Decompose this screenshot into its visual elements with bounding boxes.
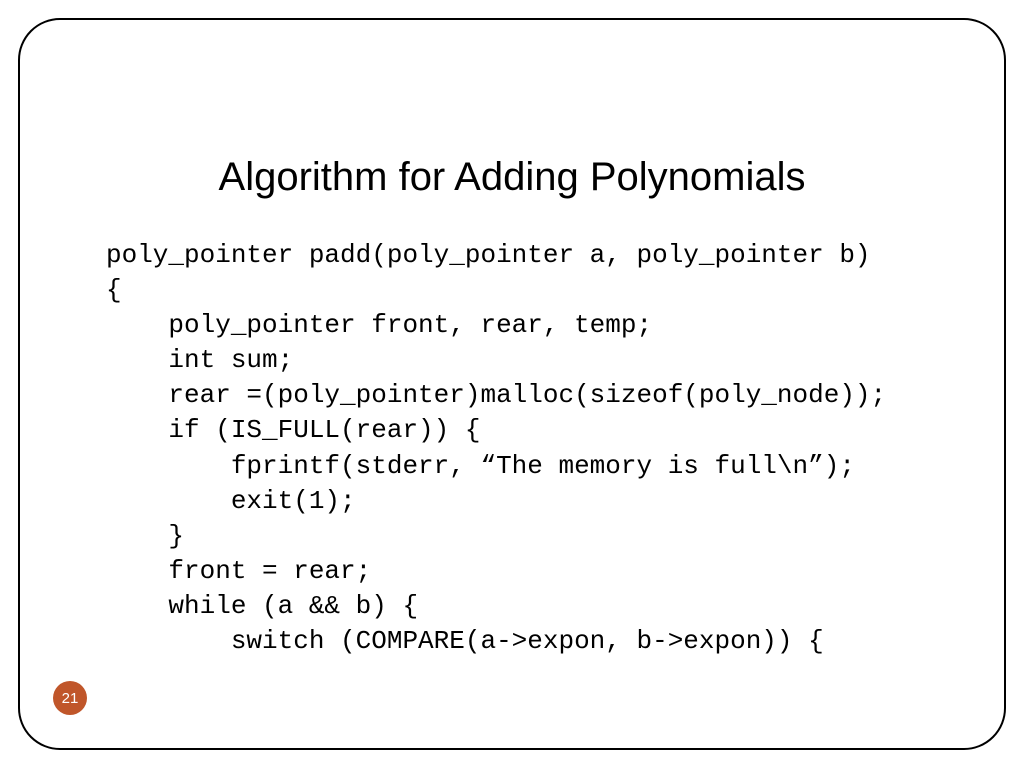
slide-frame: Algorithm for Adding Polynomials poly_po… (18, 18, 1006, 750)
code-block: poly_pointer padd(poly_pointer a, poly_p… (106, 238, 886, 659)
slide-title: Algorithm for Adding Polynomials (20, 155, 1004, 200)
page-number-badge: 21 (53, 681, 87, 715)
